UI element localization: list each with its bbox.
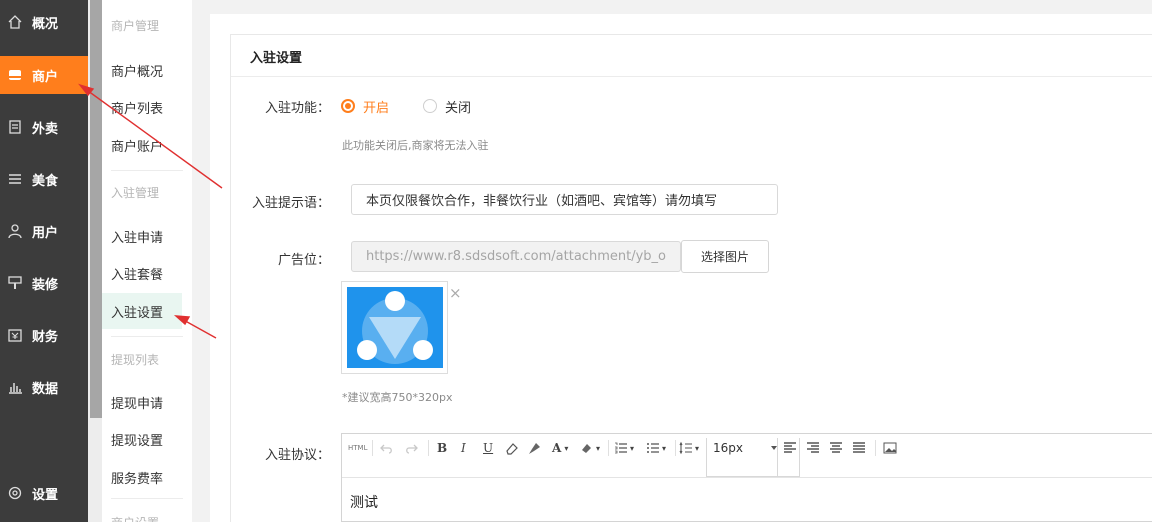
annotation-arrows	[78, 83, 223, 339]
